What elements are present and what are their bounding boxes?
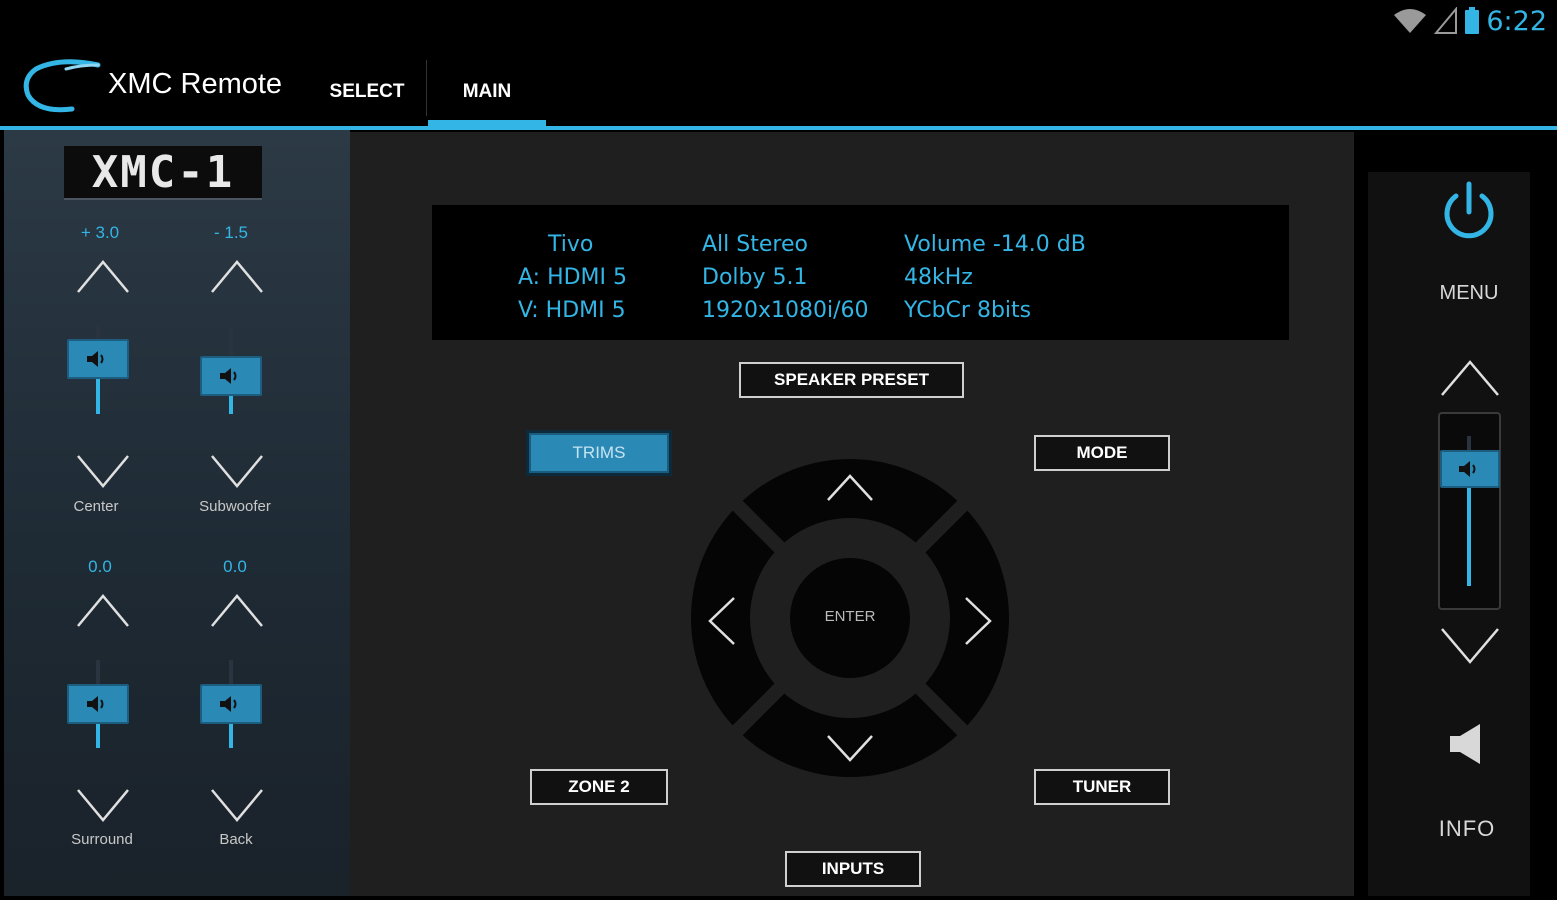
xmc-logo: XMC-1: [64, 146, 262, 200]
tab-divider: [426, 60, 427, 116]
center-trim-label: Center: [73, 498, 119, 515]
power-icon[interactable]: [1440, 180, 1498, 242]
enter-button[interactable]: ENTER: [790, 608, 910, 625]
back-down-chevron-icon[interactable]: [210, 788, 264, 824]
subwoofer-down-chevron-icon[interactable]: [210, 454, 264, 490]
video-input: V: HDMI 5: [518, 298, 626, 323]
center-up-chevron-icon[interactable]: [76, 258, 130, 294]
subwoofer-trim-value: - 1.5: [213, 223, 249, 242]
surround-slider-fill: [96, 722, 100, 748]
color-format: YCbCr 8bits: [904, 298, 1032, 323]
surround-trim-label: Surround: [71, 831, 133, 848]
center-trim-value: + 3.0: [80, 223, 120, 242]
status-bar: 6:22: [0, 0, 1557, 42]
speaker-icon: [220, 696, 237, 712]
inputs-button[interactable]: INPUTS: [785, 851, 921, 887]
menu-button[interactable]: MENU: [1368, 282, 1557, 305]
wifi-icon: [1394, 9, 1427, 33]
source-name: Tivo: [548, 232, 594, 257]
tuner-button[interactable]: TUNER: [1034, 769, 1170, 805]
speaker-icon: [1459, 461, 1476, 477]
signal-icon: [1434, 7, 1458, 34]
listening-mode: All Stereo: [702, 232, 808, 257]
subwoofer-slider-knob[interactable]: [200, 356, 262, 396]
info-button[interactable]: INFO: [1368, 816, 1557, 842]
mute-speaker-icon[interactable]: [1446, 722, 1486, 766]
audio-format: Dolby 5.1: [702, 265, 808, 290]
speaker-icon: [220, 368, 237, 384]
status-time: 6:22: [1486, 5, 1547, 37]
back-up-chevron-icon[interactable]: [210, 592, 264, 628]
center-slider-knob[interactable]: [67, 339, 129, 379]
surround-up-chevron-icon[interactable]: [76, 592, 130, 628]
volume-up-chevron-icon[interactable]: [1440, 358, 1500, 398]
trims-button[interactable]: TRIMS: [529, 433, 669, 473]
back-slider-knob[interactable]: [200, 684, 262, 724]
volume-readout: Volume -14.0 dB: [904, 232, 1086, 257]
surround-trim-value: 0.0: [88, 557, 112, 576]
mode-button[interactable]: MODE: [1034, 435, 1170, 471]
tab-main-label: MAIN: [462, 81, 512, 102]
center-slider-fill: [96, 376, 100, 414]
surround-slider-knob[interactable]: [67, 684, 129, 724]
sample-rate: 48kHz: [904, 265, 973, 290]
audio-input: A: HDMI 5: [518, 265, 628, 290]
subwoofer-up-chevron-icon[interactable]: [210, 258, 264, 294]
back-trim-label: Back: [219, 831, 253, 848]
speaker-preset-button[interactable]: SPEAKER PRESET: [739, 362, 964, 398]
app-logo-icon[interactable]: [20, 55, 104, 117]
surround-down-chevron-icon[interactable]: [76, 788, 130, 824]
subwoofer-trim-label: Subwoofer: [199, 498, 271, 515]
battery-icon: [1465, 7, 1480, 34]
tab-select-label: SELECT: [329, 81, 405, 102]
video-resolution: 1920x1080i/60: [702, 298, 869, 323]
subwoofer-slider-fill: [229, 394, 233, 414]
center-down-chevron-icon[interactable]: [76, 454, 130, 490]
master-volume-knob[interactable]: [1440, 450, 1500, 488]
master-volume-fill: [1467, 480, 1471, 586]
volume-down-chevron-icon[interactable]: [1440, 626, 1500, 666]
speaker-icon: [87, 696, 104, 712]
speaker-icon: [87, 351, 104, 367]
back-trim-value: 0.0: [223, 557, 247, 576]
back-slider-fill: [229, 722, 233, 748]
app-title: XMC Remote: [108, 68, 283, 100]
zone2-button[interactable]: ZONE 2: [530, 769, 668, 805]
tab-main[interactable]: MAIN: [428, 58, 546, 126]
tab-select[interactable]: SELECT: [310, 58, 424, 126]
